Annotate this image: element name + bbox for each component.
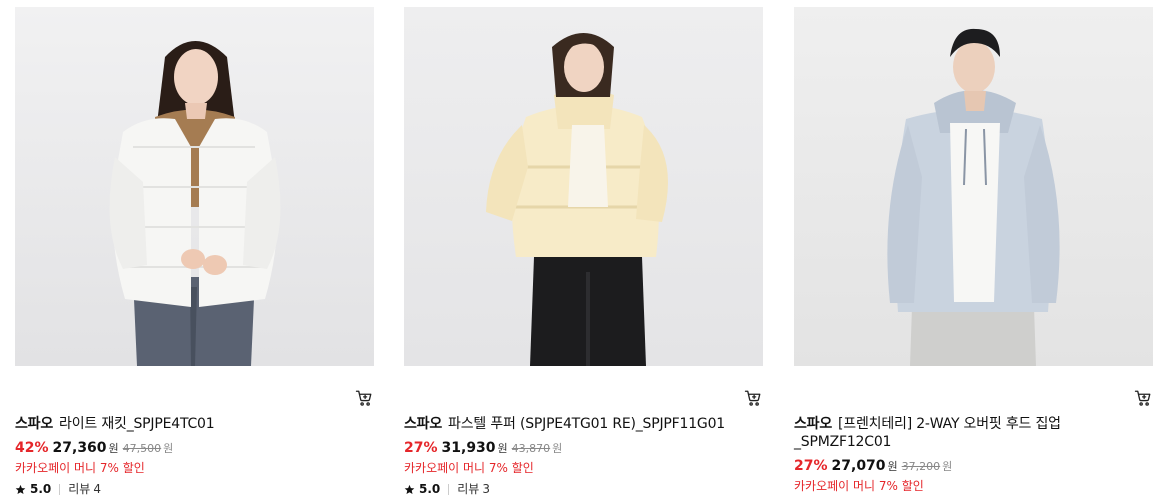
review-label: 리뷰	[457, 482, 480, 496]
currency-unit: 원	[887, 460, 898, 473]
original-price: 47,500	[122, 442, 162, 455]
product-card[interactable]: 스파오 라이트 재킷_SPJPE4TC01 42% 27,360 원 47,500 원 카…	[15, 7, 374, 497]
original-price: 43,870	[511, 442, 551, 455]
rating-score: 5.0	[419, 482, 441, 496]
original-currency-unit: 원	[942, 460, 953, 473]
price-row: 27% 31,930 원 43,870 원	[404, 439, 763, 458]
price-row: 27% 27,070 원 37,200 원	[794, 457, 1153, 476]
star-icon	[15, 484, 26, 494]
rating-row: 5.0 리뷰 3	[404, 481, 763, 497]
currency-unit: 원	[497, 442, 508, 455]
discount-rate: 42%	[15, 440, 49, 456]
product-name[interactable]: [프렌치테리] 2-WAY 오버핏 후드 집업 _SPMZF12C01	[794, 416, 1061, 450]
price-row: 42% 27,360 원 47,500 원	[15, 439, 374, 458]
sale-price: 27,070	[831, 458, 886, 474]
divider	[448, 483, 450, 495]
rating-score: 5.0	[30, 482, 52, 496]
promo-text: 카카오페이 머니 7% 할인	[794, 479, 924, 493]
product-title[interactable]: 스파오 라이트 재킷_SPJPE4TC01	[15, 415, 374, 433]
product-card[interactable]: 스파오 [프렌치테리] 2-WAY 오버핏 후드 집업 _SPMZF12C01 2…	[794, 7, 1153, 494]
product-card[interactable]: 스파오 파스텔 푸퍼 (SPJPE4TG01 RE)_SPJPF11G01 27%…	[404, 7, 763, 497]
review-count: 3	[482, 482, 490, 496]
original-currency-unit: 원	[163, 442, 174, 455]
discount-rate: 27%	[404, 440, 438, 456]
product-image[interactable]	[794, 7, 1153, 366]
product-title[interactable]: 스파오 파스텔 푸퍼 (SPJPE4TG01 RE)_SPJPF11G01	[404, 415, 763, 433]
product-image[interactable]	[404, 7, 763, 366]
brand-name[interactable]: 스파오	[15, 416, 53, 432]
brand-name[interactable]: 스파오	[794, 416, 832, 432]
product-title[interactable]: 스파오 [프렌치테리] 2-WAY 오버핏 후드 집업 _SPMZF12C01	[794, 415, 1134, 451]
discount-rate: 27%	[794, 458, 828, 474]
cart-icon[interactable]	[354, 388, 374, 408]
sale-price: 31,930	[441, 440, 496, 456]
product-name[interactable]: 라이트 재킷_SPJPE4TC01	[59, 416, 215, 432]
review-count: 4	[93, 482, 101, 496]
rating-row: 5.0 리뷰 4	[15, 481, 374, 497]
review-label: 리뷰	[68, 482, 91, 496]
product-name[interactable]: 파스텔 푸퍼 (SPJPE4TG01 RE)_SPJPF11G01	[448, 416, 725, 432]
product-image[interactable]	[15, 7, 374, 366]
divider	[59, 483, 61, 495]
sale-price: 27,360	[52, 440, 107, 456]
star-icon	[404, 484, 415, 494]
currency-unit: 원	[108, 442, 119, 455]
brand-name[interactable]: 스파오	[404, 416, 442, 432]
promo-text: 카카오페이 머니 7% 할인	[15, 461, 145, 475]
promo-text: 카카오페이 머니 7% 할인	[404, 461, 534, 475]
original-currency-unit: 원	[552, 442, 563, 455]
original-price: 37,200	[901, 460, 941, 473]
cart-icon[interactable]	[1133, 388, 1153, 408]
cart-icon[interactable]	[743, 388, 763, 408]
